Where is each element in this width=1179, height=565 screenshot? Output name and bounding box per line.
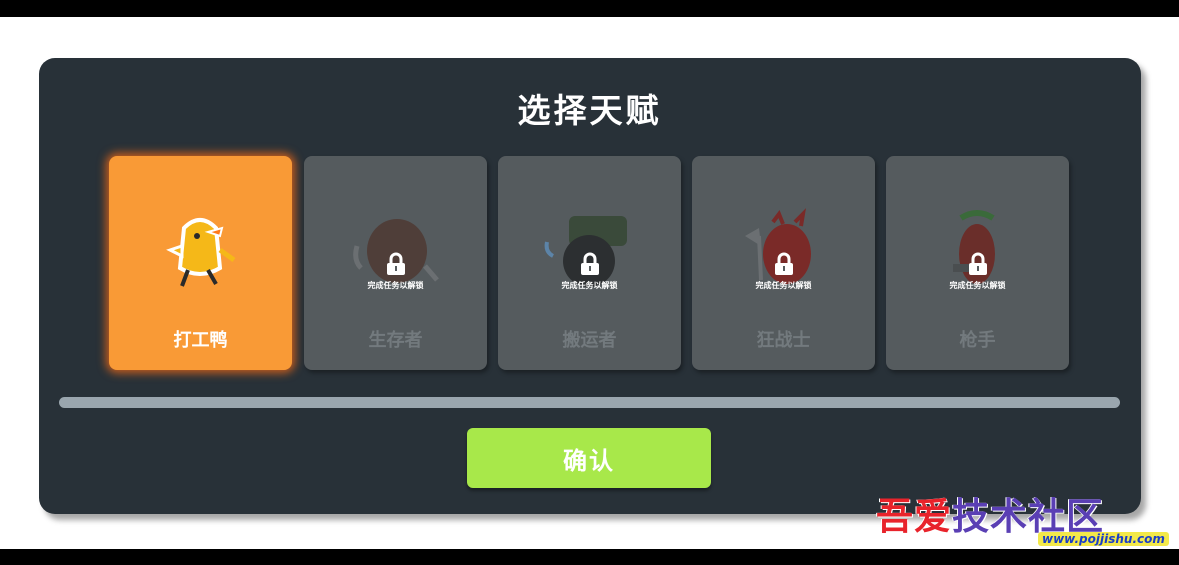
talent-card-carrier[interactable]: 完成任务以解锁 搬运者 (498, 156, 681, 370)
dialog-title: 选择天赋 (517, 91, 662, 130)
progress-track (59, 397, 1120, 408)
unlock-hint: 完成任务以解锁 (561, 281, 618, 290)
confirm-button[interactable]: 确认 (467, 428, 711, 488)
talent-card-gunner[interactable]: 完成任务以解锁 枪手 (886, 156, 1069, 370)
unlock-hint: 完成任务以解锁 (367, 281, 424, 290)
lock-icon (775, 252, 793, 275)
talent-card-name: 打工鸭 (173, 330, 228, 351)
lock-icon (581, 252, 599, 275)
talent-card-survivor[interactable]: 完成任务以解锁 生存者 (304, 156, 487, 370)
talent-card-name: 狂战士 (756, 330, 811, 351)
lock-icon (969, 252, 987, 275)
talent-card-berserker[interactable]: 完成任务以解锁 狂战士 (692, 156, 875, 370)
top-letterbox-bar (0, 0, 1179, 17)
unlock-hint: 完成任务以解锁 (949, 281, 1006, 290)
watermark-url: www.pojjishu.com (1038, 532, 1169, 546)
lock-icon (387, 252, 405, 275)
duck-character-icon (166, 218, 236, 287)
bottom-letterbox-bar (0, 549, 1179, 565)
talent-card-name: 搬运者 (562, 330, 617, 351)
unlock-hint: 完成任务以解锁 (755, 281, 812, 290)
talent-card-worker-duck[interactable]: 打工鸭 (109, 156, 292, 370)
talent-card-name: 生存者 (368, 330, 423, 351)
site-watermark: 吾爱技术社区 www.pojjishu.com (876, 486, 1176, 546)
talent-card-name: 枪手 (959, 330, 996, 351)
watermark-title-red: 吾爱 (876, 494, 952, 538)
